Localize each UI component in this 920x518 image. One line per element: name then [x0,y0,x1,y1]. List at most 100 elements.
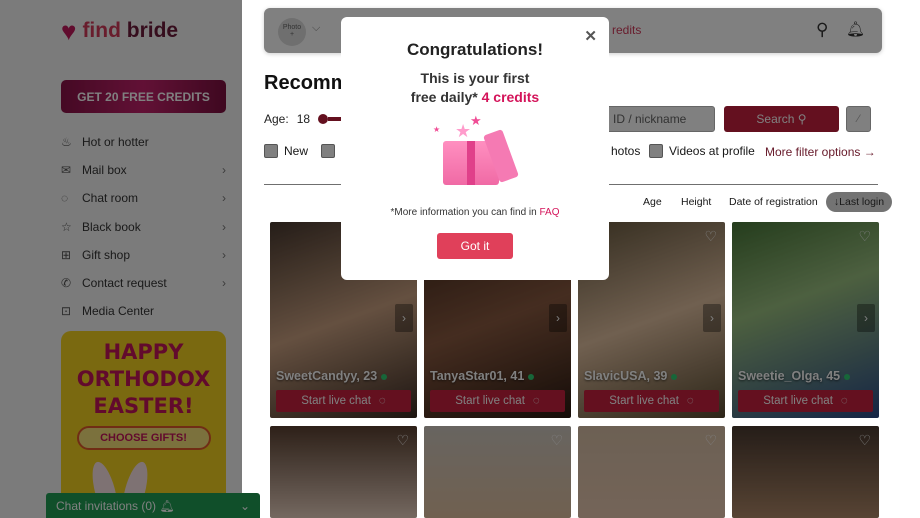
chevron-right-icon[interactable]: › [857,304,875,332]
heart-icon[interactable]: ♡ [858,228,871,245]
heart-icon[interactable]: ♡ [550,432,563,449]
got-it-button[interactable]: Got it [437,233,513,259]
logo[interactable]: ♥ find bride [61,18,178,44]
sidebar-item-label: Mail box [82,163,127,178]
credits-link[interactable]: redits [612,23,641,37]
profile-card[interactable]: ♡ › Sweetie_Olga, 45 Start live chat ◌ [732,222,879,418]
heart-icon[interactable]: ♡ [704,228,717,245]
chat-invitations-label: Chat invitations (0) [56,498,157,513]
checkbox[interactable] [264,144,278,158]
sort-height[interactable]: Height [681,196,711,208]
age-slider-handle[interactable] [318,114,329,124]
chat-invitations-bar[interactable]: Chat invitations (0) 🔔︎ ⌄ [46,493,260,518]
choose-gifts-button[interactable]: CHOOSE GIFTS! [76,426,211,450]
search-button[interactable]: Search ⚲ [724,106,839,132]
sidebar-item-media-center[interactable]: ⊡ Media Center [61,297,226,325]
profile-name-text: TanyaStar01, 41 [430,369,525,383]
modal-info: *More information you can find in FAQ [341,207,609,218]
gift-box-icon: ★ ★ ★ [425,113,525,193]
sidebar-item-label: Media Center [82,304,155,319]
filter-videos[interactable]: Videos at profile [649,144,755,158]
congratulations-modal: ✕ Congratulations! This is your first fre… [341,17,609,280]
chevron-right-icon: › [222,247,226,262]
filter-photos[interactable]: hotos [611,144,640,158]
filter-checkbox[interactable] [321,144,335,158]
get-free-credits-button[interactable]: GET 20 FREE CREDITS [61,80,226,113]
more-filter-options-link[interactable]: More filter options → [765,145,876,159]
checkbox[interactable] [649,144,663,158]
profile-name[interactable]: SweetCandyy, 23 [276,369,388,383]
sidebar-item-hot-or-hotter[interactable]: ♨ Hot or hotter [61,128,226,156]
mail-icon: ✉ [61,163,72,178]
sidebar-item-mail-box[interactable]: ✉ Mail box › [61,156,226,184]
credits-highlight: 4 credits [481,89,540,105]
filter-label: New [284,144,309,158]
sidebar-item-label: Contact request [82,276,167,291]
broom-icon: ⁄ [857,113,860,125]
profile-name-text: Sweetie_Olga, 45 [738,369,841,383]
chevron-right-icon: › [222,219,226,234]
profile-name[interactable]: Sweetie_Olga, 45 [738,369,851,383]
chevron-right-icon[interactable]: › [549,304,567,332]
logo-text-find: find [82,19,121,42]
bell-icon: 🔔︎ [159,498,175,513]
profile-photo[interactable] [732,426,879,518]
close-icon[interactable]: ✕ [584,27,597,45]
start-live-chat-button[interactable]: Start live chat ◌ [584,390,719,412]
profile-photo[interactable] [424,426,571,518]
start-live-chat-button[interactable]: Start live chat ◌ [430,390,565,412]
profile-card[interactable]: ♡ [424,426,571,518]
clear-filters-button[interactable]: ⁄ [846,106,871,132]
heart-icon[interactable]: ♡ [704,432,717,449]
chat-bubble-icon: ◌ [840,395,848,407]
profile-photo[interactable] [270,426,417,518]
search-icon[interactable]: ⚲ [816,20,828,40]
start-live-chat-button[interactable]: Start live chat ◌ [276,390,411,412]
chevron-double-down-icon[interactable]: ⌄ [240,499,250,513]
chat-button-label: Start live chat [301,395,371,407]
chat-button-label: Start live chat [609,395,679,407]
checkbox[interactable] [321,144,335,158]
heart-icon[interactable]: ♡ [396,432,409,449]
faq-link[interactable]: FAQ [539,207,559,218]
profile-photo[interactable] [578,426,725,518]
profile-card[interactable]: ♡ [578,426,725,518]
filter-label: Videos at profile [669,144,755,158]
start-live-chat-button[interactable]: Start live chat ◌ [738,390,873,412]
sidebar-item-gift-shop[interactable]: ⊞ Gift shop › [61,241,226,269]
sidebar-item-contact-request[interactable]: ✆ Contact request › [61,269,226,297]
chevron-right-icon[interactable]: › [703,304,721,332]
heart-icon[interactable]: ♡ [858,432,871,449]
star-icon: ☆ [61,219,72,234]
chevron-right-icon: › [222,191,226,206]
search-button-label: Search [756,112,795,126]
modal-subtitle: This is your first free daily* 4 credits [341,69,609,107]
filter-new[interactable]: New [264,144,308,158]
sidebar-item-chat-room[interactable]: ◌ Chat room › [61,184,226,212]
info-text: *More information you can find in [390,207,537,218]
easter-banner[interactable]: HAPPY ORTHODOX EASTER! CHOOSE GIFTS! [61,331,226,518]
search-icon: ⚲ [797,112,807,126]
profile-card[interactable]: ♡ [732,426,879,518]
chevron-right-icon[interactable]: › [395,304,413,332]
sort-last-login[interactable]: ↓Last login [826,192,892,212]
gift-icon: ⊞ [61,247,72,262]
profile-name-text: SweetCandyy, 23 [276,369,378,383]
sidebar-item-black-book[interactable]: ☆ Black book › [61,213,226,241]
profile-name[interactable]: TanyaStar01, 41 [430,369,535,383]
modal-line2: free daily* [410,89,478,105]
sort-age[interactable]: Age [643,196,662,208]
profile-name-text: SlavicUSA, 39 [584,369,668,383]
profile-photo-button[interactable]: Photo + [278,18,306,46]
sidebar-item-label: Hot or hotter [82,135,149,150]
profile-card[interactable]: ♡ [270,426,417,518]
chevron-down-icon[interactable]: ⌵ [312,22,320,35]
age-label: Age: [264,112,289,126]
filter-label: hotos [611,144,641,158]
banner-line: HAPPY [103,340,184,364]
modal-line1: This is your first [420,70,530,86]
bell-icon[interactable]: 🔔︎ [846,20,865,38]
sort-date-registration[interactable]: Date of registration [729,196,818,208]
profile-name[interactable]: SlavicUSA, 39 [584,369,678,383]
banner-line: ORTHODOX [76,367,211,391]
